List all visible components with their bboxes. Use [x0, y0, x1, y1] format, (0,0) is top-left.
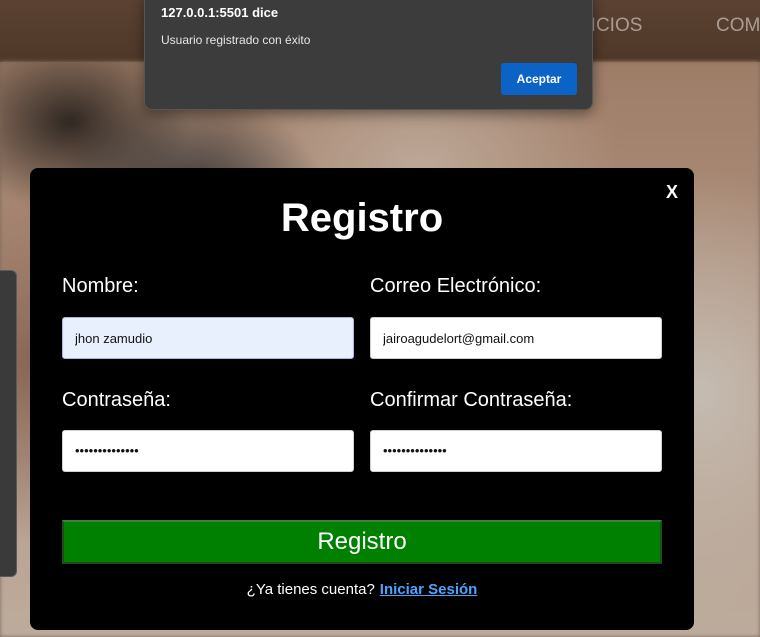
- nombre-label: Nombre:: [62, 275, 139, 297]
- password-masked-value: ••••••••••••••: [75, 443, 139, 458]
- side-panel-edge: [0, 270, 17, 577]
- confirm-password-masked-value: ••••••••••••••: [383, 443, 447, 458]
- alert-message: Usuario registrado con éxito: [161, 33, 311, 47]
- browser-alert-dialog: 127.0.0.1:5501 dice Usuario registrado c…: [144, 0, 593, 110]
- nombre-input[interactable]: [62, 317, 354, 359]
- register-modal: X Registro Nombre: Correo Electrónico: C…: [30, 168, 694, 630]
- login-prompt-text: ¿Ya tienes cuenta?: [246, 581, 375, 598]
- alert-origin-title: 127.0.0.1:5501 dice: [161, 5, 279, 20]
- nav-link-como[interactable]: COMO: [716, 15, 760, 37]
- modal-title: Registro: [280, 196, 444, 240]
- alert-accept-button[interactable]: Aceptar: [501, 63, 577, 95]
- password-label: Contraseña:: [62, 389, 171, 411]
- confirm-password-label: Confirmar Contraseña:: [370, 389, 573, 411]
- password-input[interactable]: ••••••••••••••: [62, 430, 354, 472]
- correo-input[interactable]: [370, 317, 662, 359]
- register-submit-button[interactable]: Registro: [62, 520, 662, 564]
- login-prompt-row: ¿Ya tienes cuenta? Iniciar Sesión: [30, 581, 694, 598]
- correo-label: Correo Electrónico:: [370, 275, 542, 297]
- login-link[interactable]: Iniciar Sesión: [380, 581, 478, 598]
- confirm-password-input[interactable]: ••••••••••••••: [370, 430, 662, 472]
